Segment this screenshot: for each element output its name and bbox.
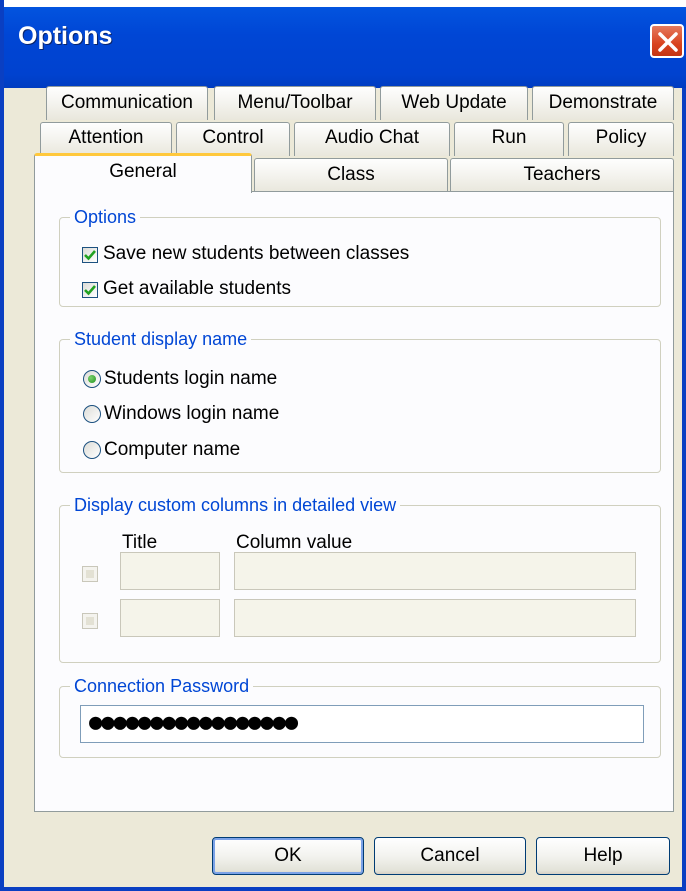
save-new-students-checkbox[interactable] (82, 247, 98, 263)
get-available-students-label[interactable]: Get available students (103, 278, 291, 300)
custom-column-1-title-field[interactable] (120, 552, 220, 590)
window-title: Options (18, 22, 113, 50)
checkbox-disabled-fill (86, 617, 94, 625)
help-button[interactable]: Help (536, 837, 670, 875)
options-group-legend: Options (70, 206, 141, 228)
custom-columns-groupbox: Display custom columns in detailed view … (59, 494, 661, 663)
save-new-students-label[interactable]: Save new students between classes (103, 243, 409, 265)
checkbox-disabled-fill (86, 570, 94, 578)
tab-communication[interactable]: Communication (46, 86, 208, 120)
custom-column-2-checkbox[interactable] (82, 613, 98, 629)
ok-button[interactable]: OK (212, 837, 364, 875)
tab-policy[interactable]: Policy (568, 122, 674, 156)
windows-login-name-label[interactable]: Windows login name (104, 403, 279, 425)
tab-menu-toolbar[interactable]: Menu/Toolbar (214, 86, 376, 120)
student-display-name-legend: Student display name (70, 328, 252, 350)
tab-class[interactable]: Class (254, 158, 448, 192)
close-icon (658, 32, 678, 52)
students-login-name-radio[interactable] (83, 370, 101, 388)
checkmark-icon (84, 285, 96, 296)
custom-column-2-value-field[interactable] (234, 599, 636, 637)
connection-password-groupbox: Connection Password ●●●●●●●●●●●●●●●●● (59, 675, 661, 758)
student-display-name-groupbox: Student display name Students login name… (59, 328, 661, 473)
custom-column-1-value-field[interactable] (234, 552, 636, 590)
options-groupbox: Options Save new students between classe… (59, 206, 661, 307)
checkmark-icon (84, 250, 96, 261)
computer-name-radio[interactable] (83, 441, 101, 459)
tab-attention[interactable]: Attention (40, 122, 172, 156)
tab-control[interactable]: Control (176, 122, 290, 156)
title-column-header: Title (122, 532, 158, 553)
custom-column-2-title-field[interactable] (120, 599, 220, 637)
radio-selected-dot (88, 375, 96, 383)
custom-columns-legend: Display custom columns in detailed view (70, 494, 401, 516)
tab-run[interactable]: Run (454, 122, 564, 156)
custom-column-1-checkbox[interactable] (82, 566, 98, 582)
title-bar[interactable]: Options (4, 0, 686, 88)
general-tab-panel: Options Save new students between classe… (34, 191, 674, 812)
cancel-button[interactable]: Cancel (374, 837, 526, 875)
title-bar-top-edge (4, 0, 686, 7)
close-button[interactable] (650, 24, 684, 58)
connection-password-legend: Connection Password (70, 675, 254, 697)
windows-login-name-radio[interactable] (83, 405, 101, 423)
options-dialog: Options Communication Menu/Toolbar Web U… (0, 0, 686, 891)
connection-password-field[interactable]: ●●●●●●●●●●●●●●●●● (80, 705, 644, 743)
get-available-students-checkbox[interactable] (82, 282, 98, 298)
tab-demonstrate[interactable]: Demonstrate (532, 86, 674, 120)
tab-audio-chat[interactable]: Audio Chat (294, 122, 450, 156)
column-value-header: Column value (236, 532, 353, 553)
tab-teachers[interactable]: Teachers (450, 158, 674, 192)
tab-general[interactable]: General (34, 153, 252, 193)
tab-web-update[interactable]: Web Update (380, 86, 528, 120)
students-login-name-label[interactable]: Students login name (104, 368, 277, 390)
computer-name-label[interactable]: Computer name (104, 439, 240, 461)
